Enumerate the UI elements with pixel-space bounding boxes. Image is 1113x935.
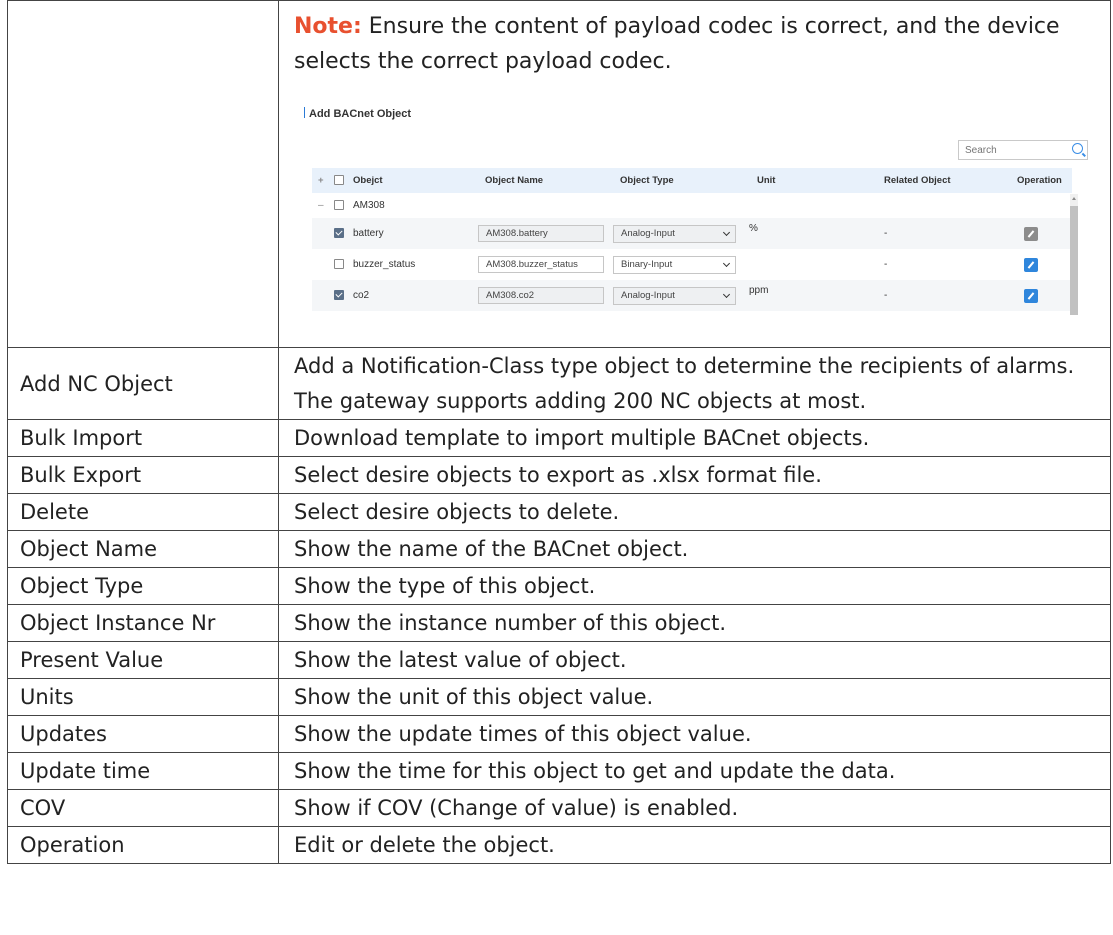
object-type-select[interactable]: Analog-Input	[613, 225, 736, 243]
table-row: Bulk Export Select desire objects to exp…	[7, 456, 1111, 494]
desc-cell: Show the name of the BACnet object.	[278, 530, 1111, 568]
param-cell: Operation	[7, 826, 279, 864]
table-row: Update time Show the time for this objec…	[7, 752, 1111, 790]
param-cell: Bulk Import	[7, 419, 279, 457]
edit-icon[interactable]	[1024, 227, 1038, 241]
header-unit: Unit	[757, 175, 776, 186]
header-related-object: Related Object	[884, 175, 951, 186]
table-row: battery AM308.battery Analog-Input % -	[312, 218, 1072, 249]
header-object: Obejct	[353, 175, 383, 186]
desc-cell: Edit or delete the object.	[278, 826, 1111, 864]
table-header: + Obejct Object Name Object Type Unit Re…	[312, 168, 1072, 193]
object-type-select[interactable]: Analog-Input	[613, 287, 736, 305]
related-object-value: -	[884, 259, 888, 270]
object-name-field[interactable]: AM308.battery	[478, 225, 604, 242]
select-all-checkbox[interactable]	[334, 168, 344, 193]
desc-cell: Show if COV (Change of value) is enabled…	[278, 789, 1111, 827]
unit-value: ppm	[749, 285, 769, 296]
group-row: – AM308	[312, 194, 1072, 218]
param-cell: Units	[7, 678, 279, 716]
table-row: Note: Ensure the content of payload code…	[7, 0, 1111, 348]
param-cell: Add NC Object	[7, 347, 279, 420]
table-row: Bulk Import Download template to import …	[7, 419, 1111, 457]
desc-cell: Show the update times of this object val…	[278, 715, 1111, 753]
object-type-select[interactable]: Binary-Input	[613, 256, 736, 274]
param-cell: Object Name	[7, 530, 279, 568]
search-icon[interactable]	[1072, 143, 1083, 154]
panel-title: Add BACnet Object	[304, 107, 411, 120]
desc-cell: Select desire objects to export as .xlsx…	[278, 456, 1111, 494]
param-cell: COV	[7, 789, 279, 827]
group-checkbox[interactable]	[334, 194, 344, 218]
edit-icon[interactable]	[1024, 258, 1038, 272]
chevron-down-icon	[722, 290, 731, 299]
table-row: Operation Edit or delete the object.	[7, 826, 1111, 864]
note-label: Note:	[294, 14, 362, 39]
note-text: Ensure the content of payload codec is c…	[294, 14, 1060, 74]
param-cell: Bulk Export	[7, 456, 279, 494]
param-cell: Update time	[7, 752, 279, 790]
collapse-icon[interactable]: –	[318, 194, 324, 218]
desc-cell: Show the type of this object.	[278, 567, 1111, 605]
table-row: co2 AM308.co2 Analog-Input ppm -	[312, 280, 1072, 311]
parameter-table: Note: Ensure the content of payload code…	[7, 0, 1111, 864]
param-cell	[7, 0, 279, 348]
table-row: Delete Select desire objects to delete.	[7, 493, 1111, 531]
desc-cell: Note: Ensure the content of payload code…	[278, 0, 1111, 348]
desc-cell: Download template to import multiple BAC…	[278, 419, 1111, 457]
edit-icon[interactable]	[1024, 289, 1038, 303]
desc-cell: Show the latest value of object.	[278, 641, 1111, 679]
object-name-field[interactable]: AM308.buzzer_status	[478, 256, 604, 273]
param-cell: Updates	[7, 715, 279, 753]
desc-cell: Select desire objects to delete.	[278, 493, 1111, 531]
row-checkbox[interactable]	[334, 249, 344, 280]
param-cell: Present Value	[7, 641, 279, 679]
table-row: Present Value Show the latest value of o…	[7, 641, 1111, 679]
param-cell: Delete	[7, 493, 279, 531]
table-row: Object Instance Nr Show the instance num…	[7, 604, 1111, 642]
table-row: Object Name Show the name of the BACnet …	[7, 530, 1111, 568]
desc-cell: Show the unit of this object value.	[278, 678, 1111, 716]
note-paragraph: Note: Ensure the content of payload code…	[294, 1, 1110, 79]
table-row: COV Show if COV (Change of value) is ena…	[7, 789, 1111, 827]
object-name-field[interactable]: AM308.co2	[478, 287, 604, 304]
row-checkbox[interactable]	[334, 218, 344, 249]
bacnet-object-screenshot: Add BACnet Object + Obejct Object Name O…	[294, 93, 1088, 315]
param-cell: Object Type	[7, 567, 279, 605]
table-row: Updates Show the update times of this ob…	[7, 715, 1111, 753]
group-name: AM308	[353, 200, 385, 211]
related-object-value: -	[884, 228, 888, 239]
header-operation: Operation	[1017, 175, 1062, 186]
expand-all-icon[interactable]: +	[318, 168, 324, 193]
object-label: battery	[353, 228, 384, 239]
table-row: Object Type Show the type of this object…	[7, 567, 1111, 605]
desc-cell: Show the instance number of this object.	[278, 604, 1111, 642]
search-input[interactable]	[959, 141, 1065, 159]
related-object-value: -	[884, 290, 888, 301]
table-row: Units Show the unit of this object value…	[7, 678, 1111, 716]
desc-cell: Add a Notification-Class type object to …	[278, 347, 1111, 420]
unit-value: %	[749, 223, 758, 234]
chevron-down-icon	[722, 259, 731, 268]
chevron-down-icon	[722, 228, 731, 237]
desc-cell: Show the time for this object to get and…	[278, 752, 1111, 790]
object-label: buzzer_status	[353, 259, 416, 270]
search-box[interactable]	[958, 140, 1088, 160]
scrollbar[interactable]	[1070, 194, 1078, 315]
object-label: co2	[353, 290, 370, 301]
row-checkbox[interactable]	[334, 280, 344, 311]
header-object-name: Object Name	[485, 175, 544, 186]
table-row: buzzer_status AM308.buzzer_status Binary…	[312, 249, 1072, 280]
header-object-type: Object Type	[620, 175, 674, 186]
param-cell: Object Instance Nr	[7, 604, 279, 642]
table-row: Add NC Object Add a Notification-Class t…	[7, 347, 1111, 420]
